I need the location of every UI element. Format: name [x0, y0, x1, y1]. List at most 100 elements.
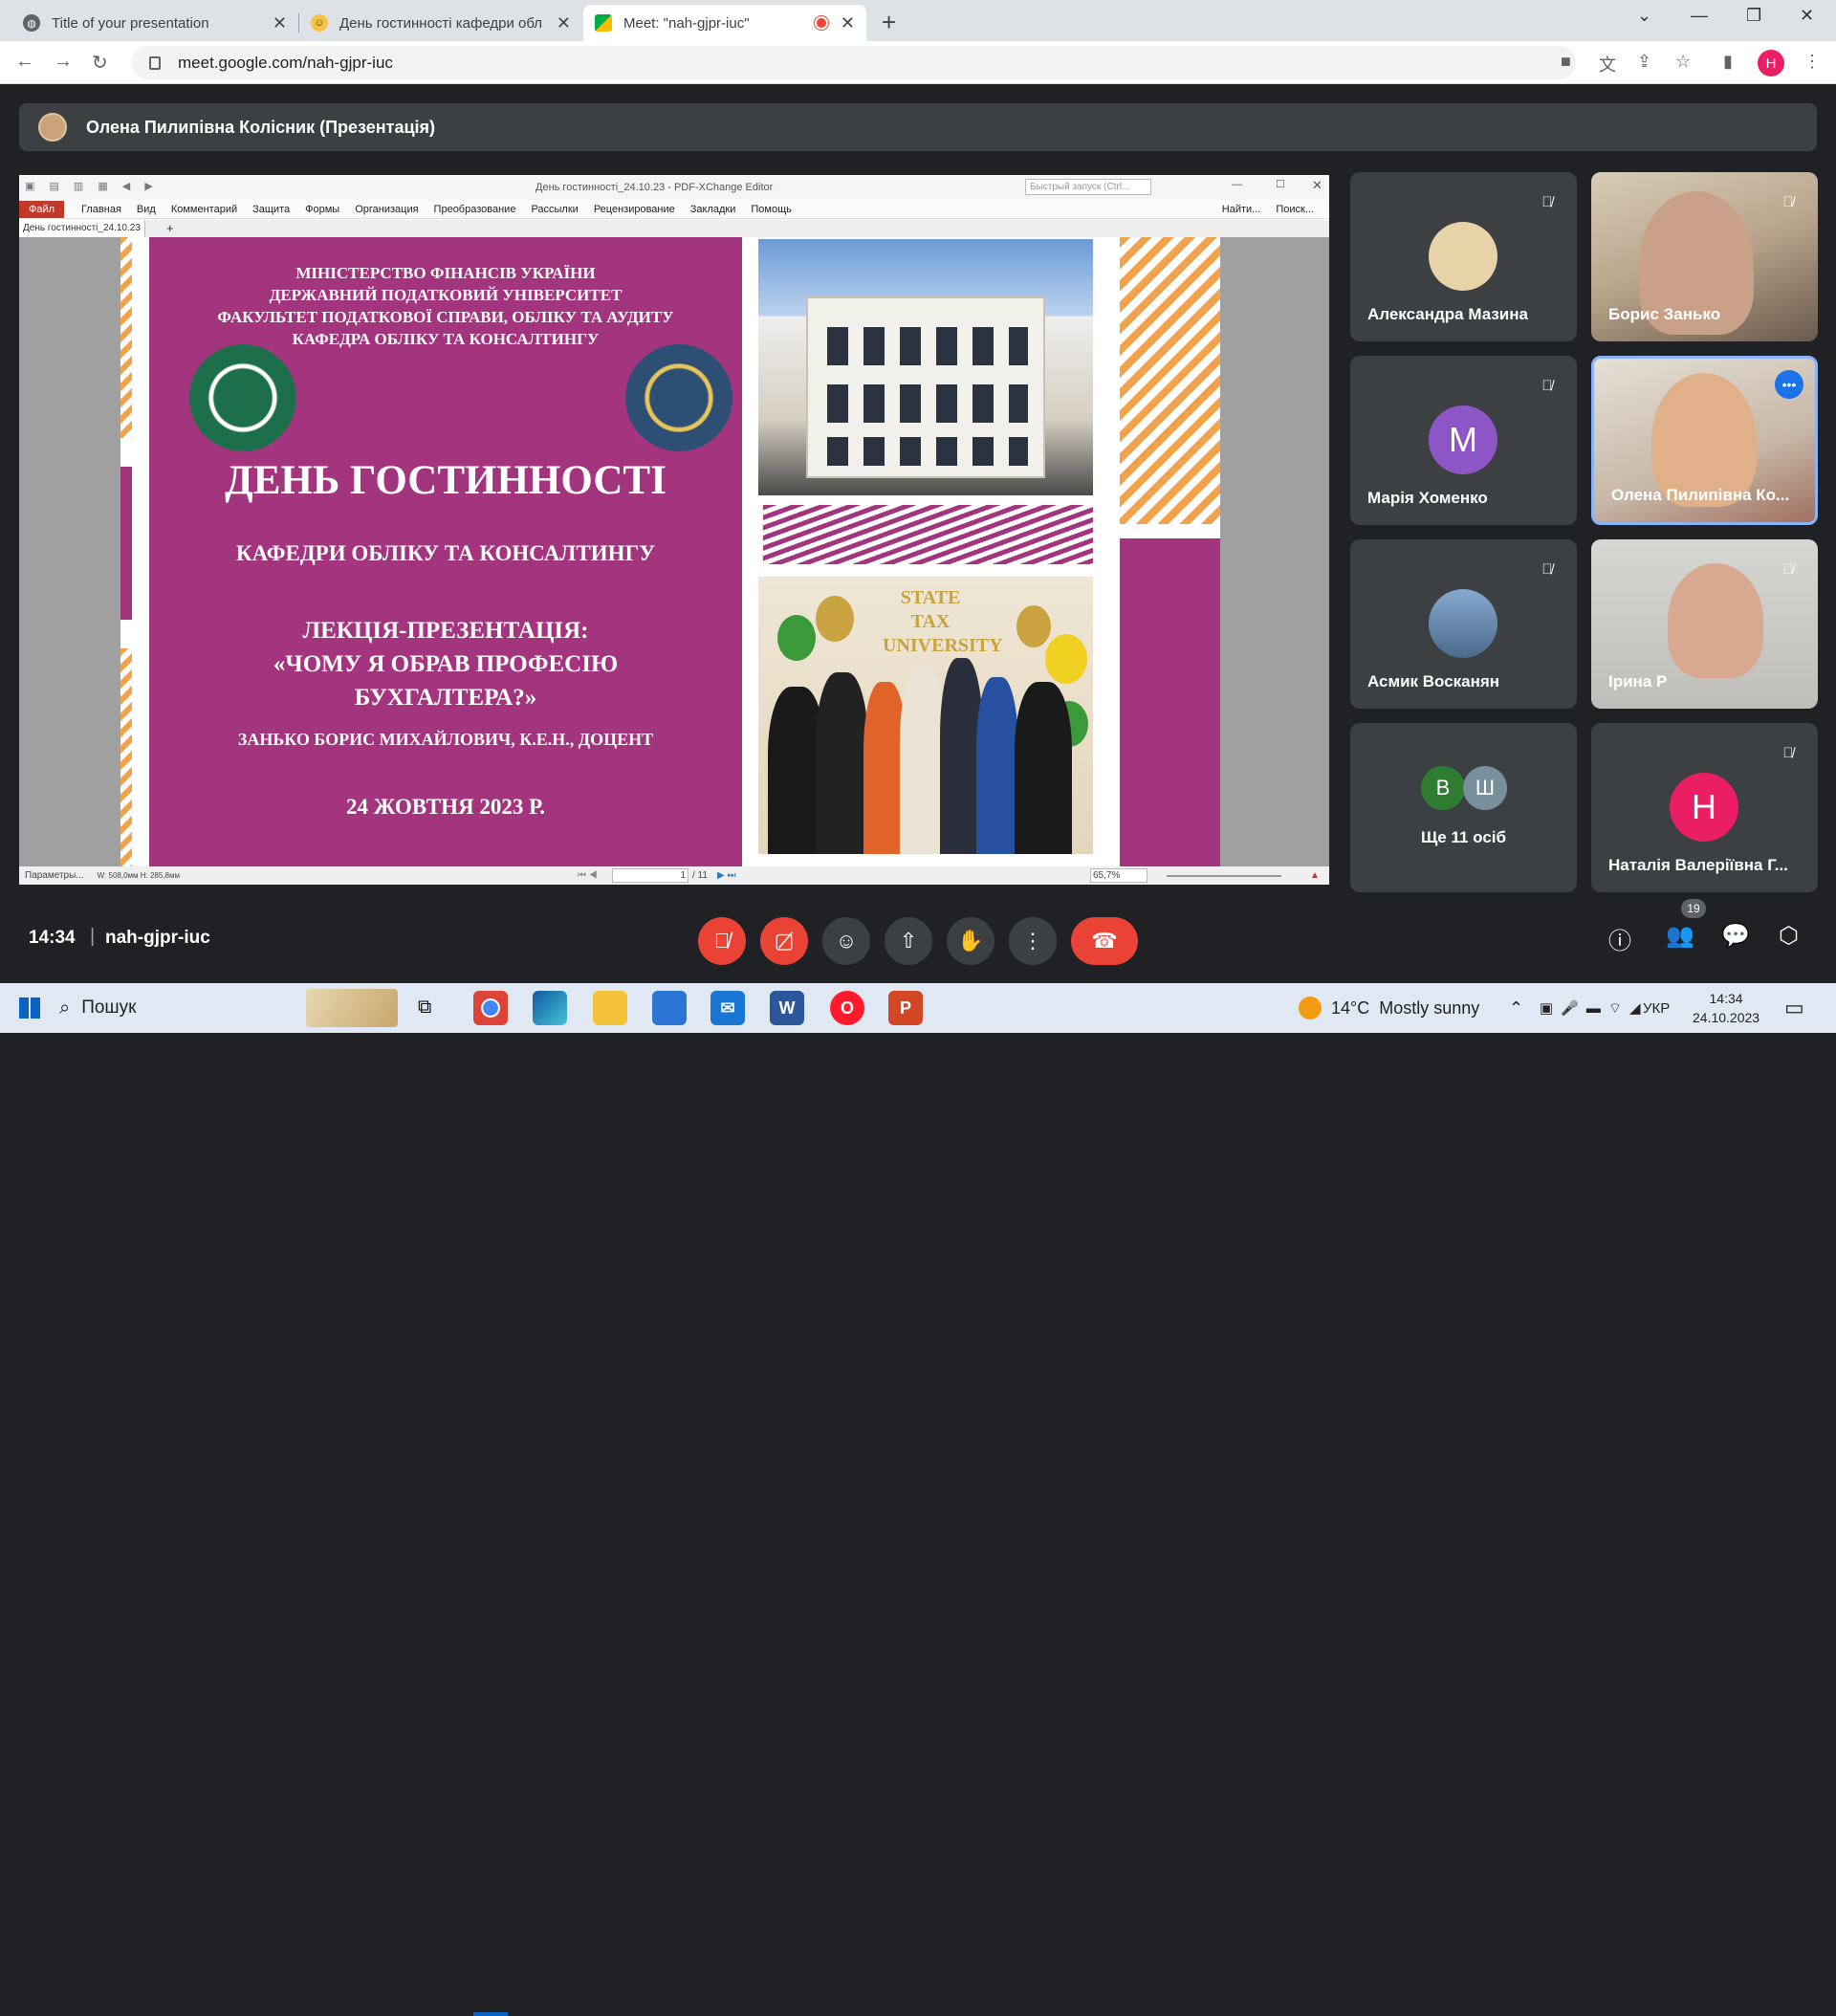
notifications-icon[interactable]: ▭	[1784, 983, 1804, 1033]
quick-launch-input[interactable]: Быстрый запуск (Ctrl...	[1025, 179, 1151, 195]
meeting-info-button[interactable]: ⓘ	[1608, 922, 1631, 955]
balloon	[777, 615, 816, 661]
tab-search-chevron-icon[interactable]: ⌄	[1637, 6, 1651, 26]
menu-file[interactable]: Файл	[19, 200, 65, 218]
tray-status-icons[interactable]: ▣🎤▬⌔◢	[1540, 983, 1649, 1033]
slide: МІНІСТЕРСТВО ФІНАНСІВ УКРАЇНИ ДЕРЖАВНИЙ …	[120, 237, 1220, 866]
participant-tile-borys[interactable]: 🎙̸ Борис Занько	[1591, 172, 1818, 341]
phone-hangup-icon: ☎	[1091, 929, 1118, 953]
pdf-new-tab-button[interactable]: +	[166, 221, 174, 235]
search-button[interactable]: Поиск...	[1276, 204, 1314, 215]
profile-avatar[interactable]: H	[1758, 50, 1784, 77]
people-icon: 👥	[1666, 923, 1694, 949]
pdf-maximize-button[interactable]: ☐	[1276, 178, 1285, 190]
find-button[interactable]: Найти...	[1222, 204, 1261, 215]
stripe-decoration	[763, 505, 1093, 564]
status-params[interactable]: Параметры...	[25, 870, 84, 881]
camera-toggle-button[interactable]: ▢̸	[760, 917, 808, 965]
participant-tile-olena[interactable]: ••• Олена Пилипівна Ко...	[1591, 356, 1818, 525]
menu-comment[interactable]: Комментарий	[171, 204, 237, 215]
share-icon[interactable]: ⇪	[1637, 52, 1651, 72]
forward-button[interactable]: →	[54, 51, 73, 73]
tab-presentation[interactable]: ◍ Title of your presentation ✕	[11, 5, 298, 41]
people-button[interactable]: 👥	[1666, 922, 1694, 950]
page-prev-buttons[interactable]: ⏮ ◀	[578, 870, 598, 881]
minimize-button[interactable]: —	[1691, 6, 1708, 26]
edge-app-icon[interactable]	[533, 991, 567, 1025]
raise-hand-button[interactable]: ✋	[947, 917, 994, 965]
close-window-button[interactable]: ✕	[1800, 6, 1814, 26]
pdf-minimize-button[interactable]: —	[1232, 179, 1242, 190]
globe-icon: ◍	[23, 14, 40, 32]
back-button[interactable]: ←	[15, 51, 34, 73]
reload-button[interactable]: ↻	[92, 51, 108, 75]
menu-mailings[interactable]: Рассылки	[531, 204, 578, 215]
menu-help[interactable]: Помощь	[751, 204, 792, 215]
store-app-icon[interactable]	[652, 991, 687, 1025]
zoom-input[interactable]: 65,7%	[1090, 868, 1148, 883]
pdf-doc-tab[interactable]: День гостинності_24.10.23	[19, 220, 145, 237]
leave-call-button[interactable]: ☎	[1071, 917, 1138, 965]
search-highlight-image	[306, 989, 398, 1027]
participant-tile-asmyk[interactable]: 🎙̸ Асмик Восканян	[1350, 539, 1577, 709]
menu-dots-icon[interactable]: ⋮	[1803, 52, 1821, 72]
more-options-button[interactable]: ⋮	[1009, 917, 1057, 965]
present-button[interactable]: ⇧	[885, 917, 932, 965]
page-next-buttons[interactable]: ▶ ⏭	[717, 870, 735, 881]
info-icon: ⓘ	[1608, 929, 1631, 954]
omnibox[interactable]: meet.google.com/nah-gjpr-iuc	[132, 46, 1576, 79]
tab-meet[interactable]: Meet: "nah-gjpr-iuc" ✕	[583, 5, 866, 41]
chrome-app-icon[interactable]	[473, 991, 508, 1025]
input-language[interactable]: УКР	[1643, 983, 1670, 1033]
close-icon[interactable]: ✕	[557, 13, 571, 33]
close-icon[interactable]: ✕	[273, 13, 287, 33]
participant-tile-nataliia[interactable]: H 🎙̸ Наталія Валеріївна Г...	[1591, 723, 1818, 892]
participant-tile-oleksandra[interactable]: 🎙̸ Александра Мазина	[1350, 172, 1577, 341]
menu-protect[interactable]: Защита	[252, 204, 290, 215]
menu-organize[interactable]: Организация	[355, 204, 418, 215]
menu-home[interactable]: Главная	[81, 204, 121, 215]
zoom-slider[interactable]	[1167, 875, 1281, 877]
menu-review[interactable]: Рецензирование	[594, 204, 675, 215]
new-tab-button[interactable]: +	[882, 8, 896, 37]
reactions-button[interactable]: ☺	[822, 917, 870, 965]
participant-tile-more[interactable]: B Ш Ще 11 осіб	[1350, 723, 1577, 892]
restore-button[interactable]: ❐	[1746, 6, 1761, 26]
more-options-icon[interactable]: •••	[1775, 370, 1803, 399]
menu-convert[interactable]: Преобразование	[434, 204, 516, 215]
menu-forms[interactable]: Формы	[305, 204, 339, 215]
participant-tile-mariia[interactable]: M 🎙̸ Марія Хоменко	[1350, 356, 1577, 525]
menu-bookmarks[interactable]: Закладки	[690, 204, 736, 215]
mic-off-icon: 🎙̸	[1782, 560, 1794, 578]
close-icon[interactable]: ✕	[841, 13, 855, 33]
windows-start-icon[interactable]	[19, 997, 40, 1019]
mail-app-icon[interactable]: ✉	[710, 991, 745, 1025]
tab-hospitality-day[interactable]: ☺ День гостинності кафедри обл ✕	[299, 5, 582, 41]
weather-widget[interactable]: 14°C Mostly sunny	[1299, 983, 1479, 1033]
taskbar-search[interactable]: ⌕ Пошук	[59, 983, 136, 1033]
page-number-input[interactable]: 1	[612, 868, 688, 883]
menu-view[interactable]: Вид	[137, 204, 156, 215]
participant-tile-iryna[interactable]: 🎙̸ Ірина Р	[1591, 539, 1818, 709]
powerpoint-app-icon[interactable]: P	[888, 991, 923, 1025]
recording-icon	[815, 16, 828, 30]
graduates-photo: STATE TAX UNIVERSITY	[758, 577, 1093, 854]
tray-chevron-icon[interactable]: ⌃	[1509, 983, 1523, 1033]
chat-button[interactable]: 💬	[1721, 922, 1750, 950]
pdf-close-button[interactable]: ✕	[1312, 178, 1322, 193]
search-icon: ⌕	[59, 997, 71, 1019]
opera-app-icon[interactable]: O	[830, 991, 864, 1025]
translate-icon[interactable]: 文	[1599, 52, 1616, 77]
file-explorer-icon[interactable]	[593, 991, 627, 1025]
activities-button[interactable]: ⬡	[1779, 922, 1799, 950]
windows-taskbar: ⌕ Пошук ⧉ ✉ W O P 14°C Mostly sunny ⌃ ▣🎤…	[0, 983, 1836, 2016]
taskbar-clock[interactable]: 14:34 24.10.2023	[1693, 989, 1760, 1027]
camera-icon[interactable]: ■	[1561, 52, 1571, 72]
word-app-icon[interactable]: W	[770, 991, 804, 1025]
university-building-photo	[758, 239, 1093, 495]
mic-toggle-button[interactable]: 🎙̸	[698, 917, 746, 965]
bookmark-star-icon[interactable]: ☆	[1675, 52, 1691, 72]
side-panel-icon[interactable]: ▮	[1723, 52, 1733, 72]
mic-off-icon: 🎙̸	[1782, 193, 1794, 210]
task-view-icon[interactable]: ⧉	[418, 997, 431, 1019]
